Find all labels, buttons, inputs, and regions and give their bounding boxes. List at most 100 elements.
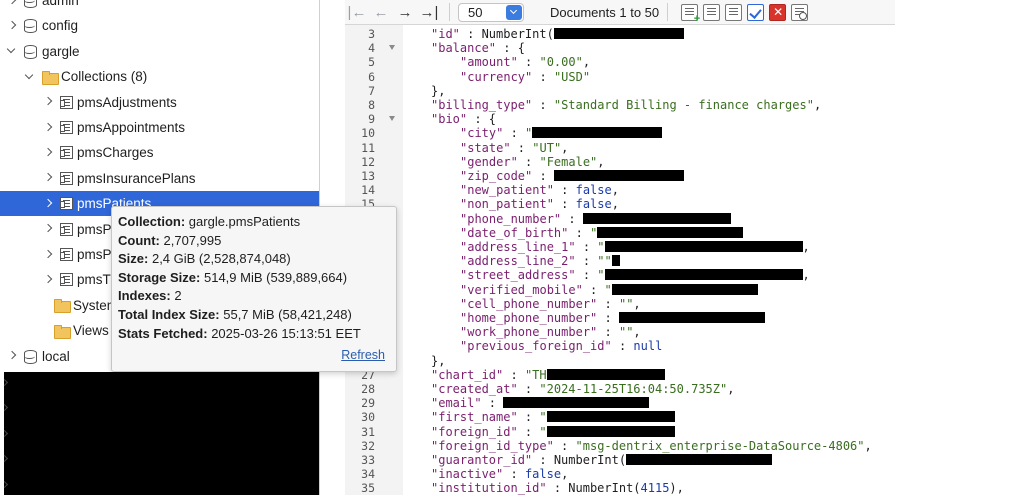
code-text: "balance" : { — [431, 41, 525, 55]
code-line: 29 "email" : — [345, 396, 895, 410]
code-token: : — [481, 396, 504, 411]
code-text: "phone_number" : — [460, 212, 731, 226]
tree-item-admin[interactable]: admin — [0, 0, 319, 13]
code-line: 10 "city" : " — [345, 126, 895, 140]
code-text: "work_phone_number" : "", — [460, 325, 641, 339]
find-icon[interactable] — [791, 3, 809, 21]
code-line: 28 "created_at" : "2024-11-25T16:04:50.73… — [345, 382, 895, 396]
code-token: false — [524, 467, 562, 482]
chevron-right-icon[interactable] — [42, 274, 54, 286]
edit-document-icon[interactable] — [725, 3, 743, 21]
chevron-right-icon[interactable] — [6, 350, 18, 362]
code-token: : NumberInt( — [459, 27, 554, 41]
line-number: 4 — [368, 41, 375, 56]
code-token: "currency" — [460, 69, 533, 84]
tree-item-pmsappointments[interactable]: pmsAppointments — [0, 115, 319, 140]
chevron-down-icon[interactable] — [6, 45, 18, 57]
line-number: 32 — [361, 438, 375, 453]
code-line: 13 "zip_code" : — [345, 169, 895, 183]
chevron-right-icon[interactable] — [42, 172, 54, 184]
validate-icon[interactable] — [747, 3, 765, 21]
chevron-right-icon — [2, 405, 10, 413]
code-token: "previous_foreign_id" — [460, 339, 612, 354]
fold-toggle-icon[interactable] — [389, 45, 395, 51]
line-number: 34 — [361, 467, 375, 482]
line-number: 29 — [361, 396, 375, 411]
delete-document-icon[interactable] — [769, 3, 787, 21]
folder-icon — [54, 299, 71, 314]
redaction-bar — [546, 411, 675, 423]
view-document-icon[interactable] — [703, 3, 721, 21]
redaction-bar — [532, 127, 663, 139]
page-size-value: 50 — [468, 4, 483, 20]
chevron-right-icon[interactable] — [42, 198, 54, 210]
redaction-bar — [611, 255, 620, 267]
page-size-select[interactable]: 50 — [458, 2, 524, 22]
tree-item-label: pmsInsurancePlans — [77, 170, 196, 186]
code-token: "amount" — [460, 55, 518, 70]
redaction-bar — [597, 226, 744, 238]
chevron-right-icon[interactable] — [6, 20, 18, 32]
add-document-icon[interactable] — [681, 3, 700, 25]
code-token: "zip_code" — [460, 169, 533, 183]
chevron-right-icon — [2, 456, 10, 464]
tree-item-pmsinsuranceplans[interactable]: pmsInsurancePlans — [0, 166, 319, 191]
code-line: 30 "first_name" : " — [345, 410, 895, 424]
previous-page-icon[interactable]: ← — [369, 2, 393, 22]
code-token: "phone_number" — [460, 211, 562, 226]
code-token: "first_name" — [431, 410, 518, 425]
code-text: "date_of_birth" : " — [460, 226, 744, 240]
chevron-right-icon[interactable] — [42, 249, 54, 261]
code-token: : — [575, 268, 598, 283]
code-token: : — [532, 169, 554, 183]
code-token: : NumberInt( — [546, 481, 641, 495]
refresh-link[interactable]: Refresh — [341, 346, 385, 365]
next-page-icon[interactable]: → — [393, 2, 417, 22]
code-token: : — [503, 126, 526, 141]
document-json-view[interactable]: 3 "id" : NumberInt(4 "balance" : {5 "amount… — [345, 25, 895, 495]
code-token: "" — [618, 296, 634, 311]
code-token: "id" — [431, 27, 460, 41]
collection-icon — [60, 121, 73, 134]
code-token: : NumberInt( — [532, 453, 627, 467]
first-page-icon[interactable]: |← — [345, 2, 369, 22]
line-number: 12 — [361, 154, 375, 169]
code-line: 11 "state" : "UT", — [345, 141, 895, 155]
chevron-right-icon[interactable] — [6, 0, 18, 7]
code-text: "verified_mobile" : " — [460, 283, 758, 297]
tree-item-config[interactable]: config — [0, 13, 319, 38]
redaction-bar — [611, 283, 758, 295]
code-token: "work_phone_number" — [460, 325, 598, 340]
last-page-icon[interactable]: →| — [417, 2, 441, 22]
chevron-right-icon[interactable] — [42, 147, 54, 159]
tree-item-label: gargle — [42, 43, 80, 59]
code-token: , — [813, 98, 822, 112]
code-text: "new_patient" : false, — [460, 183, 619, 197]
code-token: " — [539, 410, 547, 425]
code-text: "billing_type" : "Standard Billing - fin… — [431, 98, 821, 112]
code-line: 22"cell_phone_number" : "", — [345, 297, 895, 311]
chevron-right-icon[interactable] — [42, 223, 54, 235]
code-token: null — [633, 339, 663, 354]
tree-item-label: config — [42, 18, 79, 34]
tree-item-pmscharges[interactable]: pmsCharges — [0, 140, 319, 165]
chevron-right-icon — [2, 431, 10, 439]
line-number: 14 — [361, 183, 375, 198]
fold-toggle-icon[interactable] — [389, 116, 395, 122]
chevron-right-icon[interactable] — [42, 122, 54, 134]
tree-item-collections-8[interactable]: Collections (8) — [0, 64, 319, 89]
code-text: "institution_id" : NumberInt(4115), — [431, 481, 684, 495]
code-line: 17"date_of_birth" : " — [345, 226, 895, 240]
database-icon — [24, 19, 37, 34]
tree-item-pmsadjustments[interactable]: pmsAdjustments — [0, 90, 319, 115]
stat-storage-size: Storage Size: 514,9 MiB (539,889,664) — [118, 269, 348, 285]
redacted-region — [4, 372, 319, 495]
code-text: "zip_code" : — [460, 169, 684, 183]
code-text: "currency" : "USD" — [460, 70, 590, 84]
code-line: 16"phone_number" : — [345, 212, 895, 226]
chevron-right-icon[interactable] — [42, 96, 54, 108]
database-icon — [24, 349, 37, 364]
chevron-down-icon[interactable] — [24, 71, 36, 83]
code-token: : — [517, 424, 540, 439]
tree-item-gargle[interactable]: gargle — [0, 39, 319, 64]
